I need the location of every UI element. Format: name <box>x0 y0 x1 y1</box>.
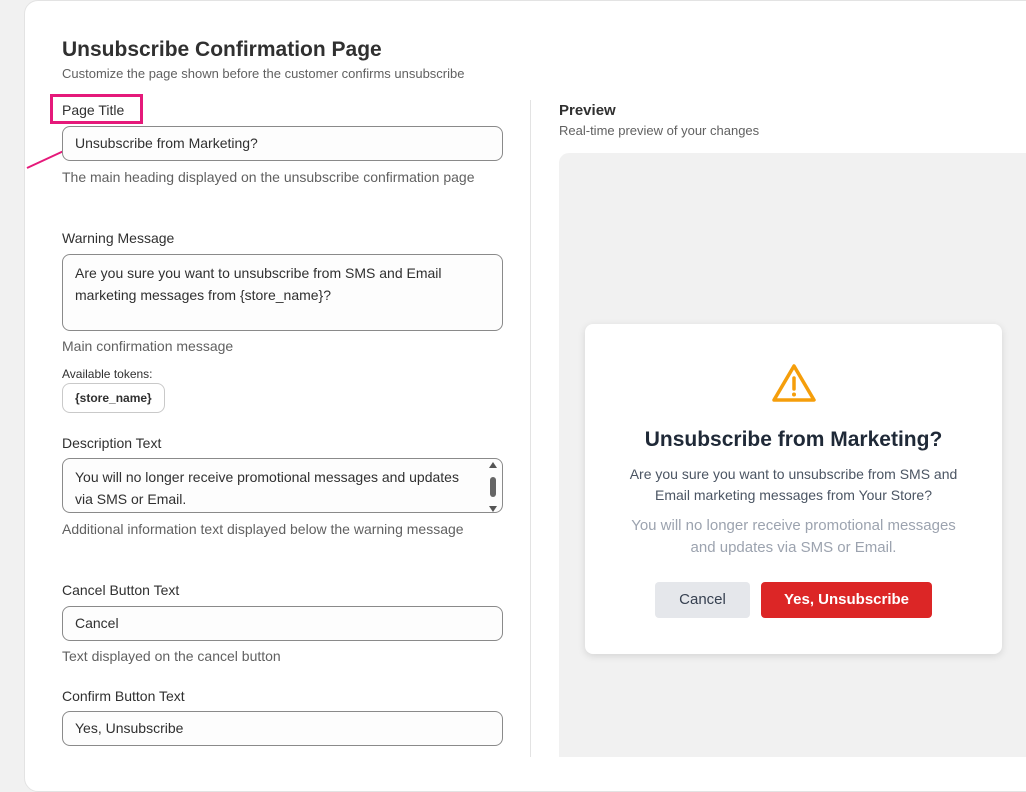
preview-modal: Unsubscribe from Marketing? Are you sure… <box>585 324 1002 654</box>
description-text-label: Description Text <box>62 435 162 451</box>
modal-warning-text: Are you sure you want to unsubscribe fro… <box>629 466 958 503</box>
available-tokens-label: Available tokens: <box>62 367 153 381</box>
modal-confirm-button[interactable]: Yes, Unsubscribe <box>761 582 932 618</box>
preview-subtitle: Real-time preview of your changes <box>559 123 760 138</box>
warning-message-help: Main confirmation message <box>62 338 234 354</box>
modal-description-text: You will no longer receive promotional m… <box>631 517 956 556</box>
cancel-button-text-input[interactable]: Cancel <box>62 606 503 641</box>
warning-triangle-icon <box>772 364 816 402</box>
description-text-value: You will no longer receive promotional m… <box>75 469 459 507</box>
warning-message-textarea[interactable]: Are you sure you want to unsubscribe fro… <box>62 254 503 331</box>
page-title: Unsubscribe Confirmation Page <box>62 38 382 61</box>
preview-title: Preview <box>559 102 616 119</box>
confirm-button-text-label: Confirm Button Text <box>62 688 185 704</box>
page-title-input[interactable]: Unsubscribe from Marketing? <box>62 126 503 161</box>
description-text-textarea[interactable]: You will no longer receive promotional m… <box>62 458 503 513</box>
modal-heading: Unsubscribe from Marketing? <box>644 428 943 451</box>
page-subtitle: Customize the page shown before the cust… <box>62 66 465 81</box>
annotation-highlight-box <box>50 94 143 124</box>
description-text-help: Additional information text displayed be… <box>62 521 464 537</box>
cancel-button-text-help: Text displayed on the cancel button <box>62 648 281 664</box>
page-title-help: The main heading displayed on the unsubs… <box>62 169 475 185</box>
warning-message-label: Warning Message <box>62 230 175 246</box>
confirm-button-text-input[interactable]: Yes, Unsubscribe <box>62 711 503 746</box>
modal-cancel-button[interactable]: Cancel <box>655 582 750 618</box>
textarea-scrollbar[interactable] <box>488 461 498 513</box>
column-divider <box>530 100 531 757</box>
cancel-button-text-label: Cancel Button Text <box>62 582 180 598</box>
token-store-name[interactable]: {store_name} <box>62 383 165 413</box>
